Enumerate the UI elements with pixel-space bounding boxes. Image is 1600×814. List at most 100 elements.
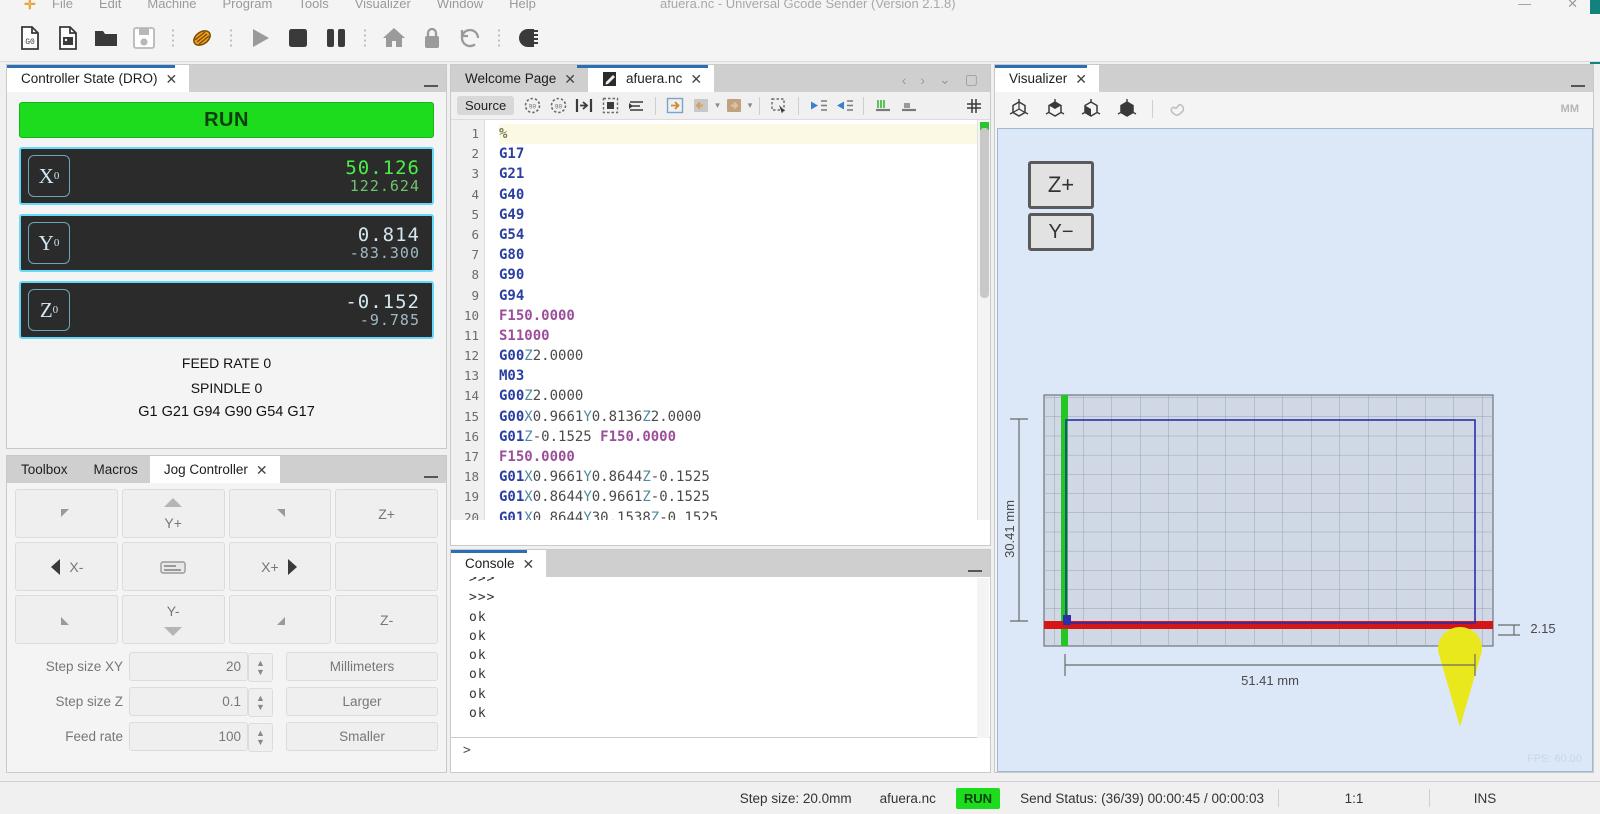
close-icon[interactable]: ✕: [256, 463, 268, 477]
gcode-line[interactable]: M03: [499, 366, 990, 386]
editor-scrollbar[interactable]: [977, 120, 990, 520]
go-forward-icon[interactable]: [722, 95, 746, 117]
shift-right-icon[interactable]: [832, 95, 856, 117]
gcode-line[interactable]: G54: [499, 225, 990, 245]
console-command-input[interactable]: >: [451, 737, 990, 763]
menu-visualizer[interactable]: Visualizer: [355, 0, 411, 11]
jog-diagonal-down-right-button[interactable]: [228, 595, 332, 644]
gcode-source-view[interactable]: 1 2 3 4 5 6 7 8 9 10 11 12 13 14 15 16 17 18 19 20 % G17 G21 G…: [451, 120, 990, 520]
gcode-line[interactable]: G40: [499, 185, 990, 205]
tab-welcome-page[interactable]: Welcome Page ✕: [451, 65, 589, 92]
menu-tools[interactable]: Tools: [298, 0, 328, 11]
gcode-line[interactable]: F150.0000: [499, 447, 990, 467]
back-dropdown-icon[interactable]: ▾: [715, 100, 720, 111]
macro-bug-icon[interactable]: [184, 20, 220, 56]
gcode-line[interactable]: G00Z2.0000: [499, 346, 990, 366]
tab-afuera-nc[interactable]: afuera.nc ✕: [588, 65, 715, 92]
close-icon[interactable]: ✕: [690, 72, 702, 86]
tab-nav-prev-icon[interactable]: ‹: [902, 72, 907, 88]
format-grid-icon[interactable]: [966, 95, 990, 117]
gcode-line[interactable]: G01Z-0.1525 F150.0000: [499, 427, 990, 447]
run-status-button[interactable]: RUN: [19, 102, 434, 138]
tab-visualizer[interactable]: Visualizer ✕: [995, 65, 1100, 92]
toggle-outline-icon[interactable]: [1162, 95, 1194, 123]
tab-macros[interactable]: Macros: [79, 456, 150, 483]
minimize-window-icon[interactable]: —: [1518, 0, 1531, 12]
comment-icon[interactable]: [871, 95, 895, 117]
step-size-z-stepper[interactable]: ▲ ▼: [248, 688, 273, 717]
units-toggle-button[interactable]: Millimeters: [286, 652, 438, 681]
jog-diagonal-up-right-button[interactable]: [228, 489, 332, 538]
minimize-panel-icon[interactable]: [968, 570, 982, 572]
new-gcode-file-icon[interactable]: G0: [12, 20, 48, 56]
close-icon[interactable]: ✕: [564, 72, 576, 86]
forward-dropdown-icon[interactable]: ▾: [748, 100, 753, 111]
pause-icon[interactable]: [318, 20, 354, 56]
uncomment-icon[interactable]: [897, 95, 921, 117]
axis-zero-button-y[interactable]: Y0: [28, 222, 70, 264]
probe-icon[interactable]: [510, 20, 546, 56]
jog-diagonal-down-left-button[interactable]: [15, 595, 118, 644]
tab-nav-next-icon[interactable]: ›: [920, 72, 925, 88]
view-side-icon[interactable]: [1111, 95, 1143, 123]
gcode-line[interactable]: G90: [499, 265, 990, 285]
jog-y-plus-button[interactable]: Y+: [121, 489, 225, 538]
menu-bar[interactable]: File Edit Machine Program Tools Visualiz…: [52, 0, 536, 11]
close-icon[interactable]: ✕: [523, 557, 535, 571]
menu-file[interactable]: File: [52, 0, 73, 11]
step-smaller-button[interactable]: Smaller: [286, 722, 438, 751]
shift-line-icon[interactable]: [572, 95, 596, 117]
gcode-line[interactable]: S11000: [499, 326, 990, 346]
step-size-z-input[interactable]: 0.1 ▲ ▼: [129, 687, 273, 717]
window-controls[interactable]: — ✕: [1518, 0, 1600, 12]
scrollbar-thumb[interactable]: [980, 128, 989, 298]
collapse-all-icon[interactable]: [624, 95, 648, 117]
gcode-line[interactable]: G21: [499, 164, 990, 184]
gcode-line[interactable]: G01X0.8644Y0.9661Z-0.1525: [499, 487, 990, 507]
gcode-line[interactable]: G01X0.8644Y30.1538Z-0.1525: [499, 508, 990, 520]
toggle-bookmark-icon[interactable]: 90: [546, 95, 570, 117]
shift-left-icon[interactable]: [806, 95, 830, 117]
minimize-panel-icon[interactable]: [424, 476, 438, 478]
gcode-line[interactable]: G00X0.9661Y0.8136Z2.0000: [499, 407, 990, 427]
feed-rate-stepper[interactable]: ▲ ▼: [248, 723, 273, 752]
menu-edit[interactable]: Edit: [99, 0, 121, 11]
axis-zero-button-x[interactable]: X0: [28, 155, 70, 197]
gcode-line[interactable]: G17: [499, 144, 990, 164]
tab-toolbox[interactable]: Toolbox: [7, 456, 80, 483]
gcode-line[interactable]: G49: [499, 205, 990, 225]
menu-help[interactable]: Help: [509, 0, 536, 11]
select-rectangle-icon[interactable]: [767, 95, 791, 117]
reset-icon[interactable]: [452, 20, 488, 56]
home-icon[interactable]: [376, 20, 412, 56]
gcode-line[interactable]: G80: [499, 245, 990, 265]
source-view-chip[interactable]: Source: [457, 96, 515, 115]
new-file-from-image-icon[interactable]: [50, 20, 86, 56]
minimize-panel-icon[interactable]: [424, 85, 438, 87]
jog-x-minus-button[interactable]: X-: [15, 542, 118, 591]
step-larger-button[interactable]: Larger: [286, 687, 438, 716]
jog-diagonal-up-left-button[interactable]: [15, 489, 118, 538]
view-front-icon[interactable]: [1075, 95, 1107, 123]
stop-icon[interactable]: [280, 20, 316, 56]
menu-program[interactable]: Program: [223, 0, 273, 11]
gcode-line[interactable]: G94: [499, 286, 990, 306]
gcode-line[interactable]: F150.0000: [499, 306, 990, 326]
select-in-projects-icon[interactable]: [598, 95, 622, 117]
tab-jog-controller[interactable]: Jog Controller ✕: [149, 456, 280, 483]
jog-y-minus-button[interactable]: Y-: [121, 595, 225, 644]
close-icon[interactable]: ✕: [166, 72, 178, 86]
save-file-icon[interactable]: [126, 20, 162, 56]
view-top-icon[interactable]: [1039, 95, 1071, 123]
jog-z-minus-button[interactable]: Z-: [335, 595, 438, 644]
gcode-line[interactable]: %: [499, 124, 990, 145]
jog-keyboard-toggle-button[interactable]: [121, 542, 225, 591]
play-icon[interactable]: [242, 20, 278, 56]
console-scrollbar[interactable]: [977, 578, 989, 738]
close-icon[interactable]: ✕: [1075, 72, 1087, 86]
open-folder-icon[interactable]: [88, 20, 124, 56]
menu-machine[interactable]: Machine: [147, 0, 196, 11]
feed-rate-input[interactable]: 100 ▲ ▼: [129, 722, 273, 752]
jog-z-plus-button[interactable]: Z+: [335, 489, 438, 538]
go-back-icon[interactable]: [689, 95, 713, 117]
